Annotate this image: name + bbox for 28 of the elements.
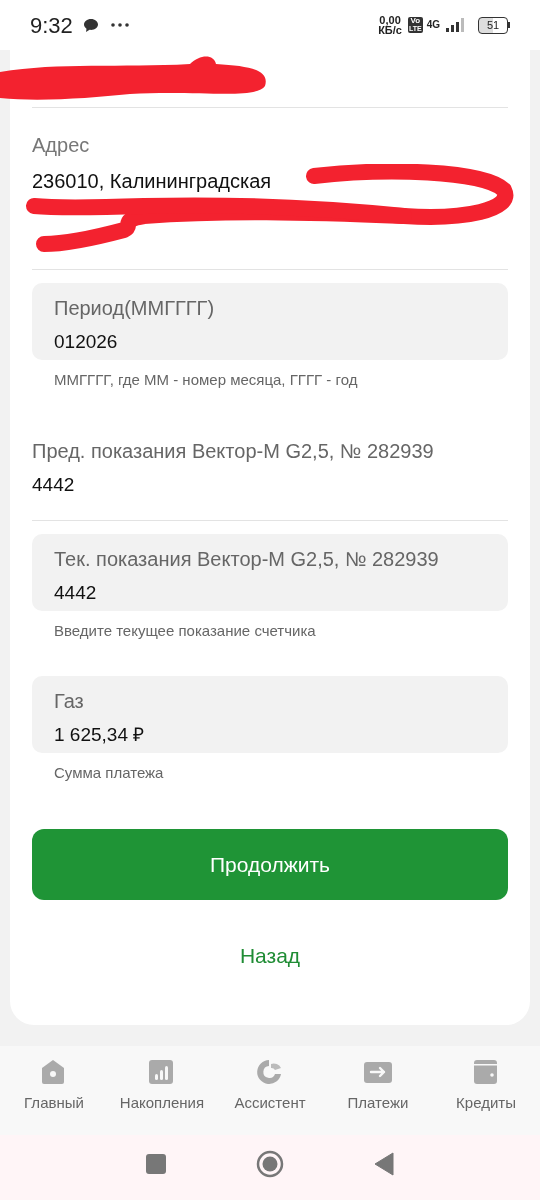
nav-tab[interactable]: Накопления bbox=[108, 1058, 216, 1112]
input-field[interactable]: Тек. показания Вектор-М G2,5, № 282939 4442 bbox=[32, 534, 508, 611]
message-icon bbox=[82, 17, 99, 33]
battery-icon: 51 bbox=[478, 16, 508, 34]
helper-text: Введите текущее показание счетчика bbox=[53, 621, 317, 641]
speed-value: 0,00 bbox=[379, 15, 401, 25]
input-field[interactable]: Период(ММГГГГ) 012026 bbox=[32, 283, 508, 360]
speed-unit: КБ/с bbox=[378, 25, 402, 35]
network-type: 4G bbox=[426, 20, 440, 30]
nav-tab[interactable]: Главный bbox=[0, 1058, 108, 1112]
more-icon bbox=[110, 23, 129, 27]
field-label: Пред. показания Вектор-М G2,5, № 282939 bbox=[32, 439, 435, 464]
status-time: 9:32 bbox=[30, 11, 73, 40]
address-value: 236010, Калининградская bbox=[32, 169, 273, 194]
back-link[interactable]: Назад bbox=[235, 940, 305, 972]
nav-tab[interactable]: Ассистент bbox=[216, 1058, 324, 1112]
nav-tab[interactable]: Кредиты bbox=[432, 1058, 540, 1112]
input-field[interactable]: Газ 1 625,34 ₽ bbox=[32, 676, 508, 753]
back-triangle-icon[interactable] bbox=[374, 1151, 394, 1176]
square-icon[interactable] bbox=[146, 1153, 166, 1174]
continue-button[interactable]: Продолжить bbox=[32, 829, 508, 900]
field-value: 4442 bbox=[32, 473, 76, 497]
helper-text: Сумма платежа bbox=[53, 763, 165, 783]
signal-icon bbox=[444, 17, 466, 33]
helper-text: ММГГГГ, где ММ - номер месяца, ГГГГ - год bbox=[53, 370, 359, 390]
home-circle-icon[interactable] bbox=[256, 1149, 284, 1178]
address-label: Адрес bbox=[32, 133, 91, 158]
nav-tab[interactable]: Платежи bbox=[324, 1058, 432, 1112]
